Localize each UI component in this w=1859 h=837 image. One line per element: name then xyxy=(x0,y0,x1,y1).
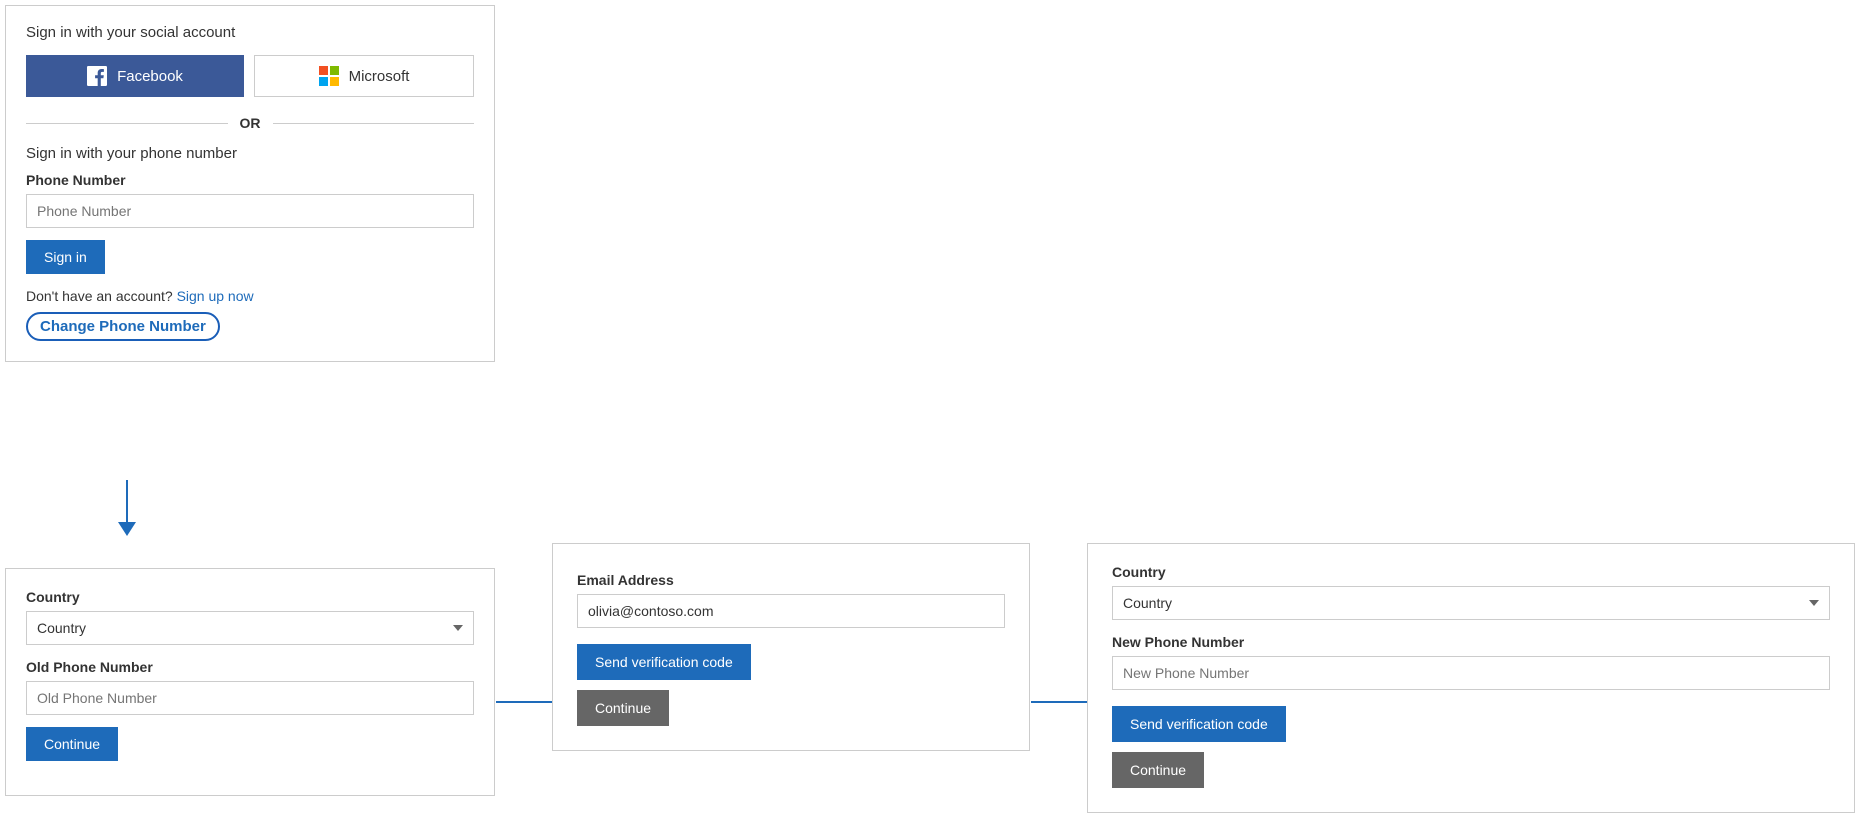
signin-footer: Don't have an account? Sign up now xyxy=(26,288,474,304)
email-continue-button[interactable]: Continue xyxy=(577,690,669,726)
new-country-select[interactable]: Country xyxy=(1112,586,1830,620)
email-label: Email Address xyxy=(577,572,1005,588)
new-send-code-button[interactable]: Send verification code xyxy=(1112,706,1286,742)
country-label: Country xyxy=(26,589,474,605)
email-send-code-button[interactable]: Send verification code xyxy=(577,644,751,680)
microsoft-icon xyxy=(319,66,339,86)
change-continue-button[interactable]: Continue xyxy=(26,727,118,761)
new-phone-panel: Country Country New Phone Number Send ve… xyxy=(1087,543,1855,813)
facebook-icon xyxy=(87,66,107,86)
old-phone-input[interactable] xyxy=(26,681,474,715)
facebook-button[interactable]: Facebook xyxy=(26,55,244,97)
signup-link[interactable]: Sign up now xyxy=(177,288,254,304)
divider-text: OR xyxy=(228,115,273,131)
social-buttons-container: Facebook Microsoft xyxy=(26,55,474,97)
new-country-label: Country xyxy=(1112,564,1830,580)
signin-panel: Sign in with your social account Faceboo… xyxy=(5,5,495,362)
divider: OR xyxy=(26,115,474,131)
arrow-down-head xyxy=(118,522,136,536)
signin-button[interactable]: Sign in xyxy=(26,240,105,274)
new-phone-label: New Phone Number xyxy=(1112,634,1830,650)
new-phone-input[interactable] xyxy=(1112,656,1830,690)
arrow-line-2 xyxy=(1031,701,1087,703)
arrow-down-line xyxy=(126,480,128,525)
change-phone-link[interactable]: Change Phone Number xyxy=(26,312,220,341)
no-account-text: Don't have an account? xyxy=(26,288,173,304)
new-continue-button[interactable]: Continue xyxy=(1112,752,1204,788)
microsoft-label: Microsoft xyxy=(349,68,410,85)
phone-number-input[interactable] xyxy=(26,194,474,228)
divider-line-left xyxy=(26,123,228,124)
change-phone-panel: Country Country Old Phone Number Continu… xyxy=(5,568,495,796)
email-panel: Email Address Send verification code Con… xyxy=(552,543,1030,751)
country-select[interactable]: Country xyxy=(26,611,474,645)
email-input[interactable] xyxy=(577,594,1005,628)
divider-line-right xyxy=(273,123,475,124)
phone-signin-title: Sign in with your phone number xyxy=(26,145,474,162)
microsoft-button[interactable]: Microsoft xyxy=(254,55,474,97)
facebook-label: Facebook xyxy=(117,68,183,85)
old-phone-label: Old Phone Number xyxy=(26,659,474,675)
social-title: Sign in with your social account xyxy=(26,24,474,41)
arrow-line-1 xyxy=(496,701,552,703)
phone-number-label: Phone Number xyxy=(26,172,474,188)
